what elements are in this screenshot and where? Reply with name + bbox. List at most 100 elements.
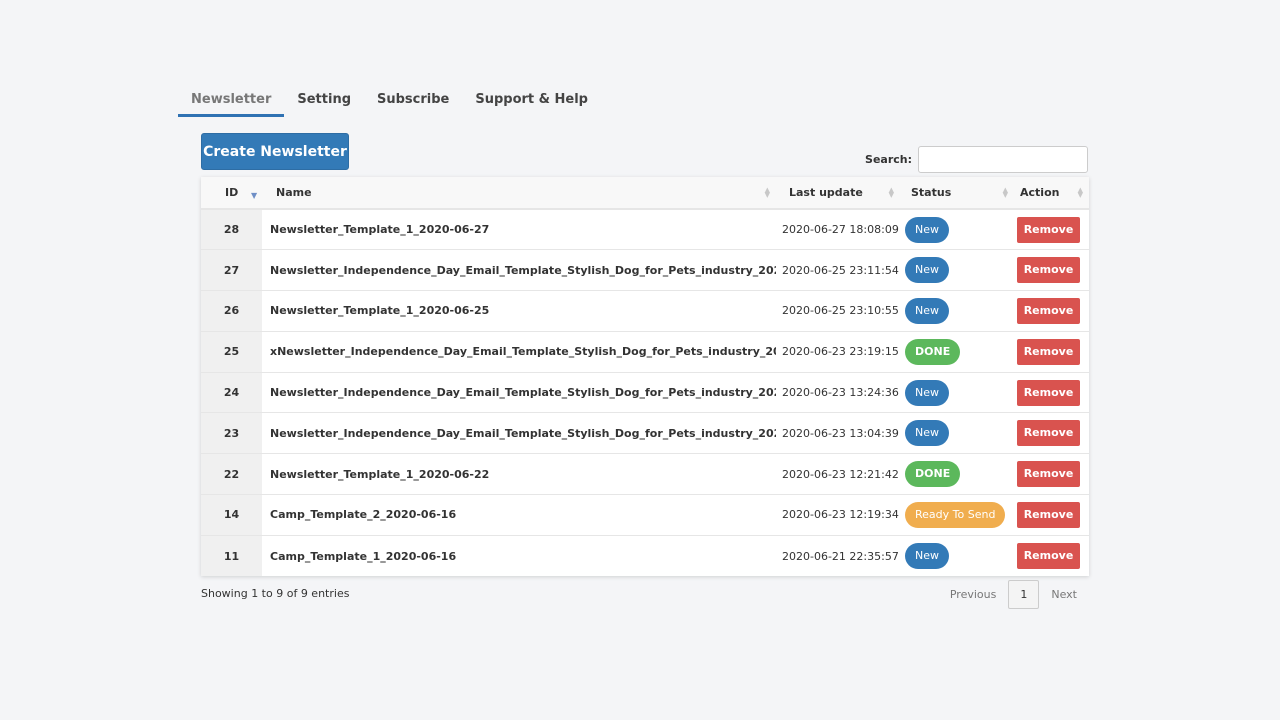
row-action-cell: Remove	[1014, 249, 1089, 292]
status-badge[interactable]: Ready To Send	[905, 501, 1006, 528]
table-info: Showing 1 to 9 of 9 entries	[201, 587, 350, 600]
row-name: Newsletter_Independence_Day_Email_Templa…	[262, 249, 776, 292]
row-last-update: 2020-06-23 13:24:36	[776, 372, 900, 414]
row-name: Newsletter_Independence_Day_Email_Templa…	[262, 372, 776, 414]
row-last-update: 2020-06-25 23:10:55	[776, 290, 900, 332]
row-name: Newsletter_Independence_Day_Email_Templa…	[262, 412, 776, 455]
row-id: 27	[201, 249, 262, 292]
column-header-last-update-label: Last update	[789, 186, 863, 199]
nav-tabs: Newsletter Setting Subscribe Support & H…	[178, 86, 601, 117]
page-1-button[interactable]: 1	[1008, 580, 1040, 609]
row-last-update: 2020-06-27 18:08:09	[776, 209, 900, 251]
table-row: 23 Newsletter_Independence_Day_Email_Temp…	[201, 412, 1089, 455]
row-name: Newsletter_Template_1_2020-06-25	[262, 290, 776, 332]
tab-newsletter[interactable]: Newsletter	[178, 86, 285, 117]
row-status-cell: New	[900, 412, 1014, 455]
column-header-status-label: Status	[911, 186, 952, 199]
row-status-cell: DONE	[900, 453, 1014, 496]
table-row: 22 Newsletter_Template_1_2020-06-22 2020-0…	[201, 453, 1089, 496]
row-name: Newsletter_Template_1_2020-06-22	[262, 453, 776, 496]
row-id: 11	[201, 535, 262, 577]
table-row: 24 Newsletter_Independence_Day_Email_Temp…	[201, 372, 1089, 414]
table-row: 27 Newsletter_Independence_Day_Email_Temp…	[201, 249, 1089, 292]
status-badge[interactable]: New	[905, 257, 949, 284]
row-action-cell: Remove	[1014, 209, 1089, 251]
remove-button[interactable]: Remove	[1017, 501, 1080, 528]
row-name: Newsletter_Template_1_2020-06-27	[262, 209, 776, 251]
status-badge[interactable]: New	[905, 420, 949, 447]
sort-icon: ▲ ▼	[1077, 186, 1083, 199]
remove-button[interactable]: Remove	[1017, 379, 1080, 406]
status-badge[interactable]: New	[905, 216, 949, 243]
sort-icon: ▲ ▼	[1002, 186, 1008, 199]
remove-button[interactable]: Remove	[1017, 461, 1080, 488]
status-badge[interactable]: New	[905, 379, 949, 406]
row-id: 28	[201, 209, 262, 251]
row-action-cell: Remove	[1014, 290, 1089, 332]
row-status-cell: New	[900, 209, 1014, 251]
column-header-name-label: Name	[276, 186, 312, 199]
search-label: Search:	[865, 153, 912, 166]
row-id: 22	[201, 453, 262, 496]
row-status-cell: Ready To Send	[900, 494, 1014, 536]
row-name: xNewsletter_Independence_Day_Email_Templ…	[262, 331, 776, 373]
row-id: 23	[201, 412, 262, 455]
row-status-cell: New	[900, 372, 1014, 414]
tab-subscribe[interactable]: Subscribe	[364, 86, 462, 117]
previous-page-button[interactable]: Previous	[938, 588, 1009, 601]
row-action-cell: Remove	[1014, 331, 1089, 373]
table-row: 25 xNewsletter_Independence_Day_Email_Tem…	[201, 331, 1089, 373]
status-badge[interactable]: New	[905, 543, 949, 570]
remove-button[interactable]: Remove	[1017, 543, 1080, 570]
table-row: 28 Newsletter_Template_1_2020-06-27 2020-0…	[201, 209, 1089, 251]
row-id: 26	[201, 290, 262, 332]
search-input[interactable]	[918, 146, 1088, 173]
row-status-cell: New	[900, 249, 1014, 292]
create-newsletter-button[interactable]: Create Newsletter	[201, 133, 349, 170]
pagination: Previous 1 Next	[938, 580, 1089, 609]
table-header-row: ID ▼ Name ▲ ▼ Last update ▲ ▼ Status ▲ ▼ Ac…	[201, 177, 1089, 210]
row-action-cell: Remove	[1014, 535, 1089, 576]
table-row: 26 Newsletter_Template_1_2020-06-25 2020-0…	[201, 290, 1089, 332]
table-row: 11 Camp_Template_1_2020-06-16 2020-06-21 2…	[201, 535, 1089, 577]
column-header-status[interactable]: Status ▲ ▼	[900, 177, 1014, 210]
column-header-action-label: Action	[1020, 186, 1060, 199]
table-row: 14 Camp_Template_2_2020-06-16 2020-06-23 1…	[201, 494, 1089, 536]
row-last-update: 2020-06-21 22:35:57	[782, 549, 899, 563]
status-badge[interactable]: DONE	[905, 338, 961, 365]
remove-button[interactable]: Remove	[1017, 420, 1080, 447]
remove-button[interactable]: Remove	[1017, 216, 1080, 243]
newsletter-table: ID ▼ Name ▲ ▼ Last update ▲ ▼ Status ▲ ▼ Ac…	[201, 177, 1089, 577]
tab-setting[interactable]: Setting	[284, 86, 364, 117]
row-id: 25	[201, 331, 262, 373]
row-name: Camp_Template_1_2020-06-16	[270, 549, 457, 563]
column-header-name[interactable]: Name ▲ ▼	[262, 177, 776, 210]
row-last-update: 2020-06-23 13:04:39	[776, 412, 900, 455]
row-action-cell: Remove	[1014, 412, 1089, 455]
row-last-update: 2020-06-23 12:21:42	[776, 453, 900, 496]
status-badge[interactable]: New	[905, 297, 949, 324]
row-action-cell: Remove	[1014, 494, 1089, 536]
row-status-cell: New	[900, 290, 1014, 332]
sort-icon: ▲ ▼	[764, 186, 770, 199]
row-id: 24	[201, 372, 262, 414]
remove-button[interactable]: Remove	[1017, 257, 1080, 284]
remove-button[interactable]: Remove	[1017, 297, 1080, 324]
row-status-cell: DONE	[900, 331, 1014, 373]
column-header-id[interactable]: ID ▼	[201, 177, 262, 210]
column-header-action[interactable]: Action ▲ ▼	[1014, 177, 1089, 210]
remove-button[interactable]: Remove	[1017, 338, 1080, 365]
sort-desc-icon: ▼	[251, 191, 258, 200]
row-last-update: 2020-06-23 23:19:15	[776, 331, 900, 373]
row-last-update: 2020-06-23 12:19:34	[776, 494, 900, 536]
row-action-cell: Remove	[1014, 372, 1089, 414]
row-id: 14	[201, 494, 262, 536]
status-badge[interactable]: DONE	[905, 461, 961, 488]
row-status-cell: New	[900, 535, 1014, 576]
row-name: Camp_Template_2_2020-06-16	[262, 494, 776, 536]
next-page-button[interactable]: Next	[1039, 588, 1089, 601]
tab-support-help[interactable]: Support & Help	[462, 86, 601, 117]
column-header-id-label: ID	[225, 186, 239, 199]
search-bar: Search:	[865, 146, 1088, 173]
column-header-last-update[interactable]: Last update ▲ ▼	[776, 177, 900, 210]
